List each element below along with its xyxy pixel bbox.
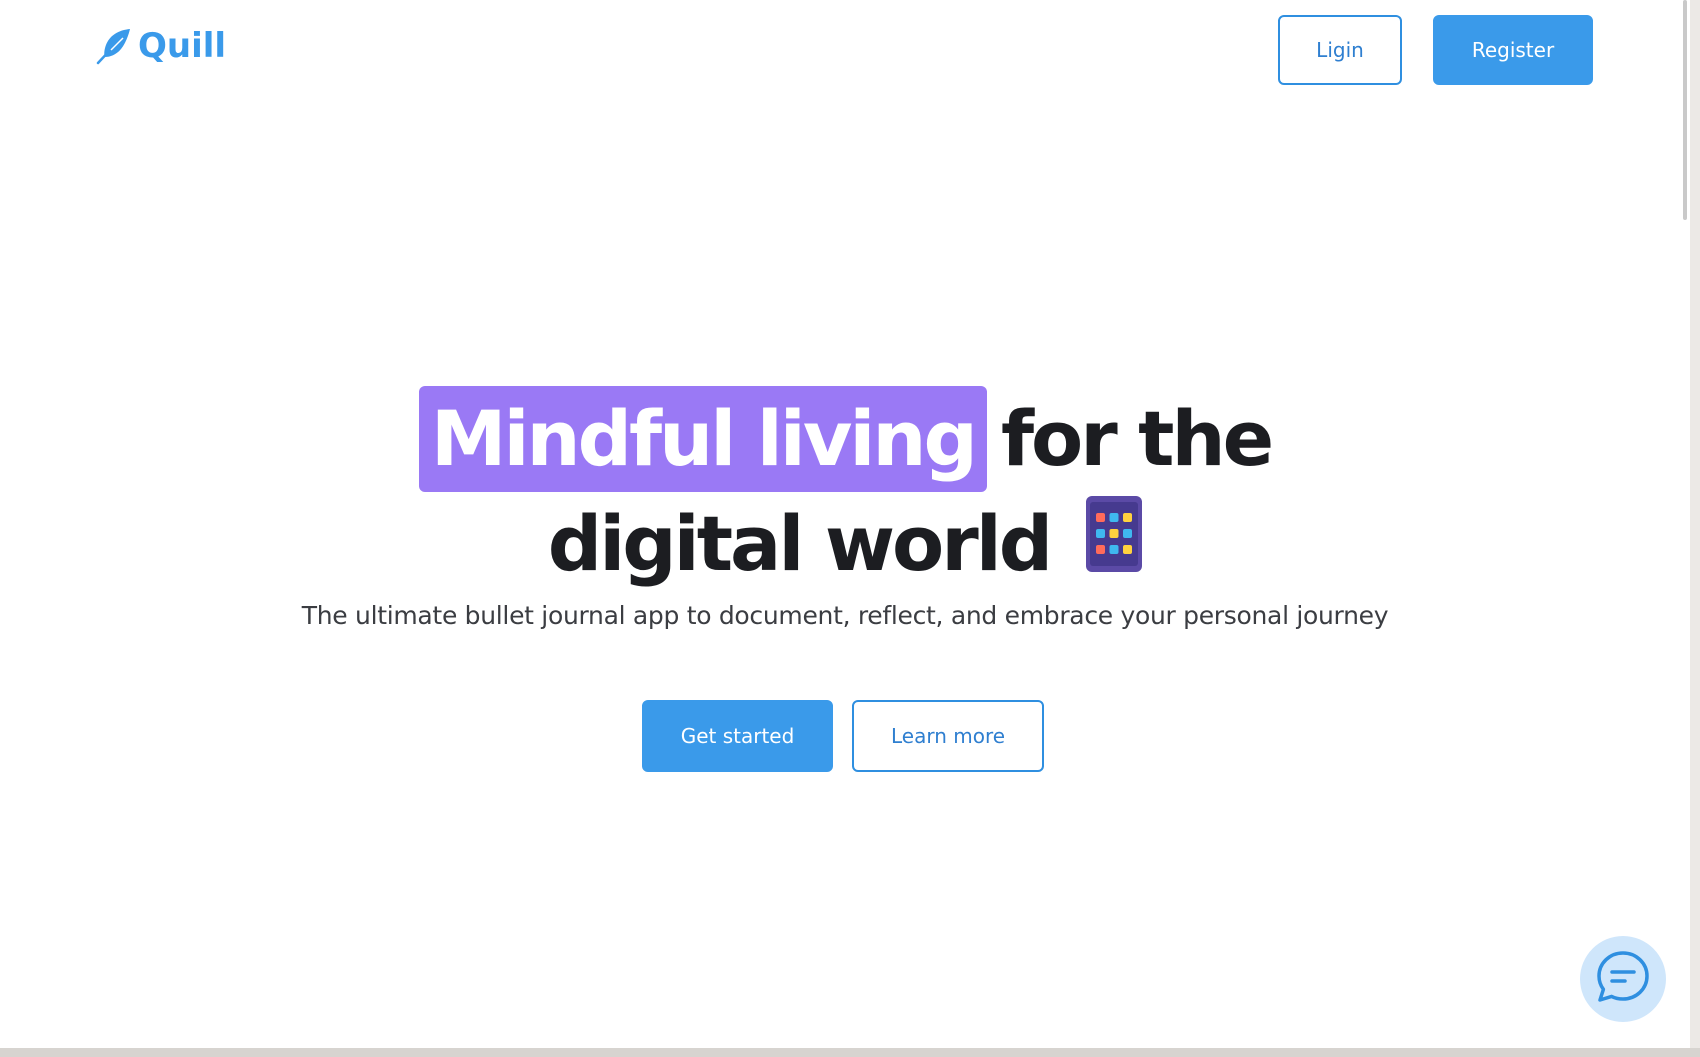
logo-link[interactable]: Quill <box>94 26 226 66</box>
tablet-app-grid-icon <box>1086 496 1143 590</box>
hero-heading-text: for the <box>1000 394 1274 483</box>
learn-more-button[interactable]: Learn more <box>852 700 1044 772</box>
hero-subtitle: The ultimate bullet journal app to docum… <box>301 601 1389 630</box>
feather-icon <box>94 26 134 66</box>
hero-heading-line-1: Mindful living for the <box>0 386 1690 492</box>
scrollbar-thumb[interactable] <box>1683 0 1687 220</box>
get-started-button[interactable]: Get started <box>642 700 833 772</box>
logo-text: Quill <box>138 26 227 66</box>
window-edge <box>1690 0 1700 1048</box>
vertical-scrollbar[interactable] <box>1680 0 1690 1048</box>
chat-button[interactable] <box>1580 936 1666 1022</box>
page-viewport: Quill Ligin Register Mindful living for … <box>0 0 1690 1048</box>
hero-heading-text-2: digital world <box>547 498 1053 588</box>
hero-highlight-text: Mindful living <box>418 386 987 492</box>
register-button[interactable]: Register <box>1433 15 1593 85</box>
hero-heading-line-2: digital world <box>0 496 1690 590</box>
chat-bubble-icon <box>1594 948 1652 1010</box>
window-bottom-edge <box>0 1048 1700 1057</box>
login-button[interactable]: Ligin <box>1278 15 1402 85</box>
